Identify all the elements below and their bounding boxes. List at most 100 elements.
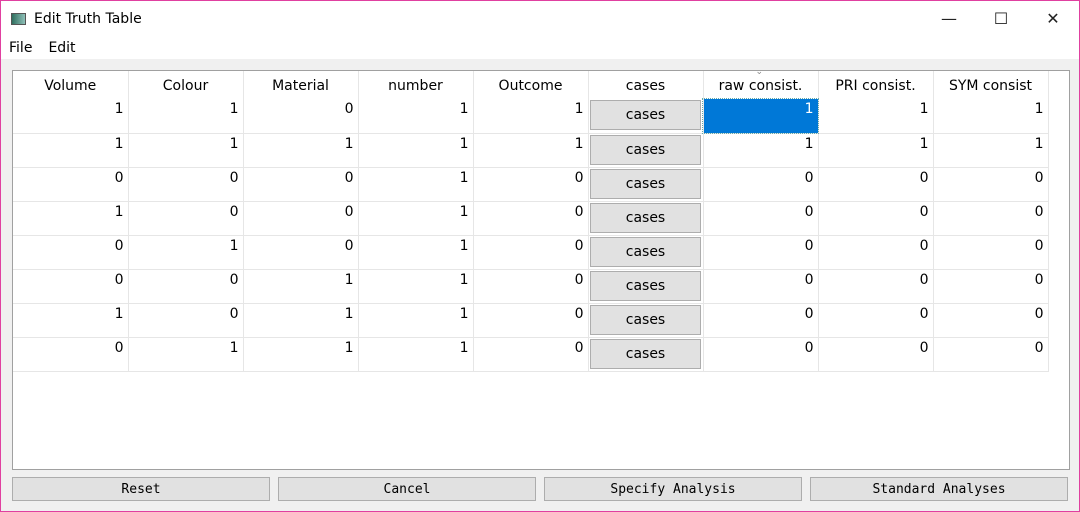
table-cell[interactable]: 1 — [358, 133, 474, 168]
close-button[interactable]: ✕ — [1027, 1, 1079, 35]
table-cell[interactable]: 1 — [358, 99, 474, 134]
column-header-label: number — [388, 77, 443, 94]
table-cell[interactable]: 0 — [703, 269, 819, 304]
table-cell[interactable]: 0 — [243, 201, 359, 236]
table-cell[interactable]: 1 — [13, 303, 129, 338]
cases-button[interactable]: cases — [590, 338, 701, 369]
column-header[interactable]: Volume — [13, 71, 129, 99]
cases-button[interactable]: cases — [590, 202, 701, 233]
table-cell[interactable]: 0 — [703, 167, 819, 202]
table-cell[interactable]: 0 — [243, 167, 359, 202]
table-row: 1 1 0 1 1 cases 1 1 1 — [13, 98, 1049, 134]
column-header-label: Material — [272, 77, 329, 94]
table-cell[interactable]: 0 — [818, 167, 934, 202]
table-cell[interactable]: 1 — [128, 133, 244, 168]
table-cell[interactable]: 1 — [358, 269, 474, 304]
cases-button[interactable]: cases — [590, 304, 701, 335]
table-cell[interactable]: 0 — [128, 167, 244, 202]
table-cell[interactable]: 1 — [13, 201, 129, 236]
column-header[interactable]: Colour — [128, 71, 244, 99]
table-cell[interactable]: 1 — [128, 337, 244, 372]
table-cell[interactable]: 0 — [473, 201, 589, 236]
table-cell[interactable]: 1 — [243, 133, 359, 168]
standard-analyses-button[interactable]: Standard Analyses — [810, 477, 1068, 501]
table-cell[interactable]: 0 — [473, 167, 589, 202]
column-header[interactable]: Material — [243, 71, 359, 99]
column-header-label: Colour — [162, 77, 209, 94]
table-cell[interactable]: 1 — [818, 133, 934, 168]
table-cell[interactable]: 0 — [933, 235, 1049, 270]
table-cell[interactable]: 0 — [703, 201, 819, 236]
maximize-button[interactable]: ☐ — [975, 1, 1027, 35]
cases-button[interactable]: cases — [590, 168, 701, 199]
table-cell[interactable]: 1 — [243, 269, 359, 304]
table-cell[interactable]: 0 — [933, 269, 1049, 304]
table-cell[interactable]: 1 — [358, 337, 474, 372]
column-header[interactable]: cases — [588, 71, 704, 99]
table-cell[interactable]: 0 — [703, 303, 819, 338]
cases-button[interactable]: cases — [590, 270, 701, 301]
cases-cell: cases — [588, 201, 704, 236]
table-cell[interactable]: 0 — [13, 337, 129, 372]
table-cell[interactable]: 1 — [818, 99, 934, 134]
cases-button[interactable]: cases — [590, 236, 701, 267]
menu-edit[interactable]: Edit — [40, 40, 83, 56]
cancel-button[interactable]: Cancel — [278, 477, 536, 501]
column-header[interactable]: Outcome — [473, 71, 589, 99]
table-cell[interactable]: 0 — [13, 235, 129, 270]
table-cell[interactable]: 1 — [473, 99, 589, 134]
cases-cell: cases — [588, 133, 704, 168]
table-cell[interactable]: 1 — [243, 337, 359, 372]
column-header[interactable]: PRI consist. — [818, 71, 934, 99]
table-cell[interactable]: 0 — [128, 269, 244, 304]
table-cell[interactable]: 1 — [702, 98, 819, 134]
table-cell[interactable]: 0 — [703, 337, 819, 372]
column-header-label: PRI consist. — [835, 77, 916, 94]
table-cell[interactable]: 1 — [13, 133, 129, 168]
menu-file[interactable]: File — [1, 40, 40, 56]
table-cell[interactable]: 0 — [243, 235, 359, 270]
table-cell[interactable]: 0 — [703, 235, 819, 270]
column-header[interactable]: raw consist. ⌄ — [703, 67, 819, 99]
table-cell[interactable]: 0 — [473, 337, 589, 372]
table-cell[interactable]: 1 — [473, 133, 589, 168]
cases-button[interactable]: cases — [590, 100, 701, 130]
table-cell[interactable]: 1 — [358, 167, 474, 202]
table-cell[interactable]: 0 — [243, 99, 359, 134]
table-cell[interactable]: 0 — [818, 235, 934, 270]
table-cell[interactable]: 0 — [13, 269, 129, 304]
table-cell[interactable]: 0 — [13, 167, 129, 202]
table-cell[interactable]: 0 — [933, 337, 1049, 372]
cases-button[interactable]: cases — [590, 134, 701, 165]
table-cell[interactable]: 0 — [128, 303, 244, 338]
table-cell[interactable]: 1 — [128, 99, 244, 134]
cases-cell: cases — [588, 167, 704, 202]
table-cell[interactable]: 1 — [933, 133, 1049, 168]
table-cell[interactable]: 0 — [473, 303, 589, 338]
table-cell[interactable]: 0 — [128, 201, 244, 236]
sort-indicator-icon: ⌄ — [755, 67, 764, 77]
table-cell[interactable]: 0 — [473, 235, 589, 270]
table-cell[interactable]: 1 — [243, 303, 359, 338]
column-header[interactable]: number — [358, 71, 474, 99]
minimize-button[interactable]: — — [923, 1, 975, 35]
table-cell[interactable]: 1 — [13, 99, 129, 134]
table-cell[interactable]: 0 — [818, 337, 934, 372]
table-cell[interactable]: 0 — [818, 269, 934, 304]
table-cell[interactable]: 0 — [933, 167, 1049, 202]
table-cell[interactable]: 1 — [933, 99, 1049, 134]
table-cell[interactable]: 1 — [358, 201, 474, 236]
table-cell[interactable]: 0 — [933, 201, 1049, 236]
table-cell[interactable]: 1 — [358, 235, 474, 270]
specify-analysis-button[interactable]: Specify Analysis — [544, 477, 802, 501]
column-header[interactable]: SYM consist — [933, 71, 1049, 99]
table-cell[interactable]: 0 — [818, 303, 934, 338]
table-cell[interactable]: 1 — [703, 133, 819, 168]
table-cell[interactable]: 1 — [128, 235, 244, 270]
table-cell[interactable]: 1 — [358, 303, 474, 338]
window-title: Edit Truth Table — [34, 11, 142, 27]
reset-button[interactable]: Reset — [12, 477, 270, 501]
table-cell[interactable]: 0 — [933, 303, 1049, 338]
table-cell[interactable]: 0 — [473, 269, 589, 304]
table-cell[interactable]: 0 — [818, 201, 934, 236]
